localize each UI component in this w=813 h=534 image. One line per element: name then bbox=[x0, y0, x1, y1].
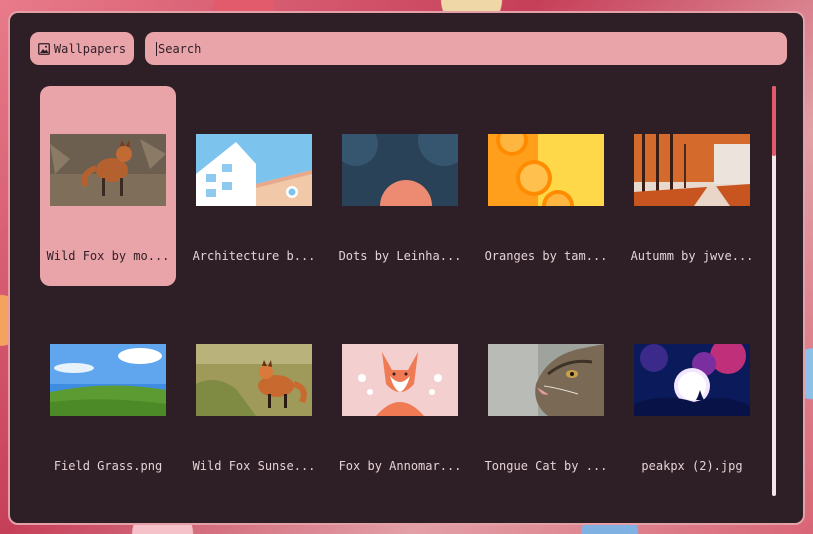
wallpaper-tile[interactable]: peakpx (2).jpg bbox=[624, 296, 760, 496]
wallpaper-tile[interactable]: Dots by Leinha... bbox=[332, 86, 468, 286]
wallpaper-tile[interactable]: Oranges by tam... bbox=[478, 86, 614, 286]
autumn-thumbnail bbox=[634, 134, 750, 206]
image-icon bbox=[37, 42, 50, 55]
wallpaper-grid: Wild Fox by mo... Architecture b... Dots… bbox=[40, 86, 760, 506]
wallpapers-button-label: Wallpapers bbox=[53, 41, 127, 56]
wallpaper-tile[interactable]: Fox by Annomar... bbox=[332, 296, 468, 496]
tongue-cat-thumbnail bbox=[488, 344, 604, 416]
search-input[interactable]: Search bbox=[145, 32, 787, 65]
wallpaper-tile[interactable]: Tongue Cat by ... bbox=[478, 296, 614, 496]
dots-thumbnail bbox=[342, 134, 458, 206]
wallpaper-picker-window: Wallpapers Search Wild Fox by mo... Arch… bbox=[8, 11, 805, 525]
wallpaper-label: Autumm by jwve... bbox=[630, 249, 754, 263]
wallpaper-tile[interactable]: Field Grass.png bbox=[40, 296, 176, 496]
oranges-thumbnail bbox=[488, 134, 604, 206]
wallpapers-button[interactable]: Wallpapers bbox=[30, 32, 134, 65]
peakpx-thumbnail bbox=[634, 344, 750, 416]
architecture-thumbnail bbox=[196, 134, 312, 206]
wallpaper-label: peakpx (2).jpg bbox=[641, 459, 743, 473]
wallpaper-tile[interactable]: Wild Fox Sunse... bbox=[186, 296, 322, 496]
search-placeholder: Search bbox=[158, 41, 202, 56]
wallpaper-label: Architecture b... bbox=[192, 249, 316, 263]
text-caret bbox=[156, 41, 157, 56]
field-grass-thumbnail bbox=[50, 344, 166, 416]
wild-fox-thumbnail bbox=[50, 134, 166, 206]
wallpaper-tile[interactable]: Wild Fox by mo... bbox=[40, 86, 176, 286]
wallpaper-label: Wild Fox Sunse... bbox=[192, 459, 316, 473]
scrollbar[interactable] bbox=[772, 86, 776, 496]
wild-fox-sunset-thumbnail bbox=[196, 344, 312, 416]
wallpaper-label: Oranges by tam... bbox=[484, 249, 608, 263]
wallpaper-label: Fox by Annomar... bbox=[338, 459, 462, 473]
scrollbar-thumb[interactable] bbox=[772, 86, 776, 156]
fox-illustration-thumbnail bbox=[342, 344, 458, 416]
wallpaper-label: Field Grass.png bbox=[53, 459, 163, 473]
wallpaper-label: Tongue Cat by ... bbox=[484, 459, 608, 473]
wallpaper-tile[interactable]: Architecture b... bbox=[186, 86, 322, 286]
wallpaper-label: Dots by Leinha... bbox=[338, 249, 462, 263]
wallpaper-label: Wild Fox by mo... bbox=[46, 249, 170, 263]
wallpaper-tile[interactable]: Autumm by jwve... bbox=[624, 86, 760, 286]
